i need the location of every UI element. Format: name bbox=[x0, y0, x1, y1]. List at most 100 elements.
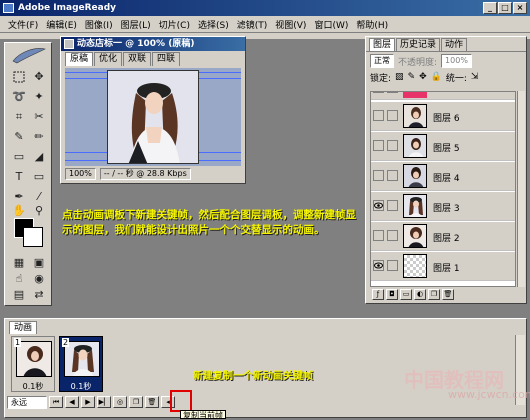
new-set-icon[interactable]: ▭ bbox=[400, 289, 412, 300]
eraser-icon[interactable]: ▭ bbox=[11, 149, 27, 165]
link-toggle[interactable] bbox=[387, 140, 398, 151]
tab-4up[interactable]: 四联 bbox=[152, 52, 181, 66]
layer-row-3[interactable]: 图层 3 bbox=[371, 192, 515, 221]
visibility-toggle[interactable] bbox=[373, 230, 384, 241]
opacity-input[interactable]: 100% bbox=[441, 54, 472, 68]
frame-thumbnail bbox=[16, 341, 52, 377]
photo-image bbox=[107, 70, 199, 164]
document-canvas[interactable] bbox=[65, 68, 241, 166]
menu-edit[interactable]: 编辑(E) bbox=[42, 18, 81, 31]
next-frame-icon[interactable]: ▶▏ bbox=[97, 396, 111, 408]
menu-file[interactable]: 文件(F) bbox=[4, 18, 42, 31]
preview-icon[interactable]: ☝ bbox=[11, 271, 27, 287]
slice-icon[interactable]: ✂ bbox=[31, 109, 47, 125]
layer-row-4[interactable]: 图层 4 bbox=[371, 162, 515, 191]
adjustment-layer-icon[interactable]: ◐ bbox=[414, 289, 426, 300]
visibility-toggle[interactable] bbox=[373, 170, 384, 181]
layer-row-2[interactable]: 图层 2 bbox=[371, 222, 515, 251]
layer-thumbnail bbox=[403, 254, 427, 278]
layer-row-6[interactable]: 图层 6 bbox=[371, 102, 515, 131]
marquee-icon[interactable] bbox=[11, 69, 27, 85]
tab-optimized[interactable]: 优化 bbox=[94, 52, 123, 66]
toggle-slices-icon[interactable]: ▤ bbox=[11, 287, 27, 303]
menu-help[interactable]: 帮助(H) bbox=[352, 18, 392, 31]
crop-icon[interactable]: ⌗ bbox=[11, 109, 27, 125]
lasso-icon[interactable]: ➰ bbox=[11, 89, 27, 105]
mode-icon[interactable]: ▦ bbox=[11, 255, 27, 271]
link-toggle[interactable] bbox=[387, 200, 398, 211]
tab-actions[interactable]: 动作 bbox=[441, 38, 468, 51]
download-status[interactable]: -- / -- 秒 @ 28.8 Kbps bbox=[99, 168, 191, 180]
new-layer-icon[interactable]: ❐ bbox=[428, 289, 440, 300]
first-frame-icon[interactable]: ⏮ bbox=[49, 396, 63, 408]
rectangle-icon[interactable]: ▭ bbox=[31, 169, 47, 185]
delete-frame-icon[interactable]: 🗑 bbox=[145, 396, 159, 408]
visibility-toggle[interactable] bbox=[373, 200, 384, 211]
link-toggle[interactable] bbox=[387, 230, 398, 241]
link-toggle[interactable] bbox=[387, 170, 398, 181]
visibility-toggle[interactable] bbox=[373, 140, 384, 151]
tab-animation[interactable]: 动画 bbox=[9, 321, 38, 334]
document-title-bar[interactable]: 动态店标一 @ 100% (原稿) bbox=[61, 37, 245, 51]
duplicate-frame-icon[interactable]: ❐ bbox=[129, 396, 143, 408]
tab-layers[interactable]: 图层 bbox=[369, 38, 396, 51]
loop-select[interactable]: 永远 bbox=[7, 395, 47, 409]
visibility-toggle[interactable] bbox=[373, 260, 384, 271]
tab-original[interactable]: 原稿 bbox=[65, 52, 94, 66]
visibility-toggle[interactable] bbox=[373, 110, 384, 121]
animation-frame-1[interactable]: 1 0.1秒 bbox=[11, 336, 55, 392]
magic-wand-icon[interactable]: ✦ bbox=[31, 89, 47, 105]
frame-number: 1 bbox=[14, 338, 22, 347]
delete-layer-icon[interactable]: 🗑 bbox=[442, 289, 454, 300]
zoom-icon[interactable]: ⚲ bbox=[31, 203, 47, 219]
tween-icon[interactable]: ◎ bbox=[113, 396, 127, 408]
tab-history[interactable]: 历史记录 bbox=[396, 38, 441, 51]
zoom-select[interactable]: 100% bbox=[65, 168, 96, 180]
layers-scrollbar[interactable] bbox=[517, 91, 525, 287]
move-icon[interactable]: ✥ bbox=[31, 69, 47, 85]
hand-icon[interactable]: ✋ bbox=[11, 203, 27, 219]
animation-frame-2[interactable]: 2 0.1秒 bbox=[59, 336, 103, 392]
minimize-button[interactable]: _ bbox=[483, 2, 497, 14]
image-map-icon[interactable]: ▣ bbox=[31, 255, 47, 271]
maximize-button[interactable]: □ bbox=[498, 2, 512, 14]
lock-paint-icon[interactable]: ✎ bbox=[408, 72, 416, 82]
add-style-icon[interactable]: ƒ bbox=[372, 289, 384, 300]
lock-transparency-icon[interactable]: ▨ bbox=[395, 72, 404, 82]
pencil-icon[interactable]: ✏ bbox=[31, 129, 47, 145]
lock-move-icon[interactable]: ✥ bbox=[419, 72, 427, 82]
menu-select[interactable]: 选择(S) bbox=[194, 18, 233, 31]
link-toggle[interactable] bbox=[387, 92, 398, 93]
tooltip: 复制当前帧 bbox=[180, 410, 226, 419]
menu-slice[interactable]: 切片(C) bbox=[155, 18, 194, 31]
previous-frame-icon[interactable]: ◀ bbox=[65, 396, 79, 408]
fill-icon[interactable]: ◢ bbox=[31, 149, 47, 165]
link-toggle[interactable] bbox=[387, 260, 398, 271]
jump-to-icon[interactable]: ⇄ bbox=[31, 287, 47, 303]
visibility-toggle[interactable] bbox=[373, 92, 384, 93]
blend-mode-select[interactable]: 正常 bbox=[370, 54, 394, 68]
close-button[interactable]: × bbox=[513, 2, 527, 14]
link-toggle[interactable] bbox=[387, 110, 398, 121]
menu-layer[interactable]: 图层(L) bbox=[117, 18, 155, 31]
menu-window[interactable]: 窗口(W) bbox=[310, 18, 352, 31]
background-color-swatch[interactable] bbox=[23, 227, 43, 247]
menu-image[interactable]: 图像(I) bbox=[81, 18, 117, 31]
browser-icon[interactable]: ◉ bbox=[31, 271, 47, 287]
layer-thumbnail bbox=[403, 134, 427, 158]
layer-row[interactable] bbox=[371, 92, 515, 100]
menu-view[interactable]: 视图(V) bbox=[271, 18, 310, 31]
layer-row-1[interactable]: 图层 1 bbox=[371, 252, 515, 281]
unify-position-icon[interactable]: ⇲ bbox=[471, 72, 479, 82]
menu-filter[interactable]: 滤镜(T) bbox=[233, 18, 272, 31]
add-mask-icon[interactable]: ◘ bbox=[386, 289, 398, 300]
play-icon[interactable]: ▶ bbox=[81, 396, 95, 408]
app-title: Adobe ImageReady bbox=[18, 3, 117, 13]
layer-row-5[interactable]: 图层 5 bbox=[371, 132, 515, 161]
type-icon[interactable]: T bbox=[11, 169, 27, 185]
tab-2up[interactable]: 双联 bbox=[123, 52, 152, 66]
frame-delay[interactable]: 0.1秒 bbox=[12, 381, 54, 392]
frame-delay[interactable]: 0.1秒 bbox=[60, 381, 102, 392]
lock-all-icon[interactable]: 🔒 bbox=[431, 72, 442, 82]
brush-icon[interactable]: ✎ bbox=[11, 129, 27, 145]
